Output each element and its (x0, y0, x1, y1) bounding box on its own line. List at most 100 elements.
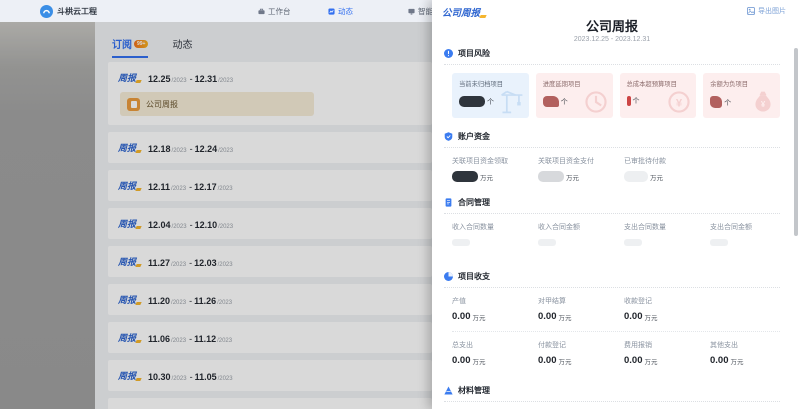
field-label: 收入合同金额 (538, 222, 624, 232)
date-sep: - (189, 258, 192, 268)
field-label: 对甲结算 (538, 296, 624, 306)
weekly-badge: 周报 (118, 331, 141, 344)
clock-icon (583, 89, 609, 115)
date-year: /2023 (218, 186, 233, 192)
card-label: 进度延期项目 (543, 79, 606, 88)
nav-item-workbench[interactable]: 工作台 (258, 0, 291, 22)
field-value: 0.00 (710, 355, 729, 366)
date-sep: - (189, 334, 192, 344)
list-item[interactable]: 周报 12.25/2023-12.31/2023 公司周报 (108, 62, 432, 125)
panel-scrollbar-thumb[interactable] (794, 48, 798, 236)
field-label: 已审批待付款 (624, 156, 710, 166)
date-start: 11.06 (148, 334, 170, 344)
field-label: 产值 (452, 296, 538, 306)
date-sep: - (190, 74, 193, 84)
shield-icon (444, 132, 453, 141)
date-end: 12.17 (194, 182, 217, 192)
brand-name: 斗栱云工程 (57, 6, 97, 17)
section-funds-header: 账户资金 (444, 131, 780, 148)
date-year: /2023 (172, 148, 187, 154)
date-start: 11.27 (148, 258, 170, 268)
date-year: /2023 (217, 300, 232, 306)
date-year: /2023 (172, 224, 187, 230)
field-label: 支出合同数量 (624, 222, 710, 232)
date-sep: - (189, 182, 192, 192)
date-year: /2023 (171, 186, 186, 192)
weekly-badge: 周报 (118, 71, 141, 84)
date-sep: - (189, 296, 192, 306)
redacted-value (624, 171, 648, 182)
list-item[interactable]: 周报 12.04/2023-12.10/2023 (108, 208, 432, 239)
budget-row2: 总支出 0.00万元 付款登记 0.00万元 费用报销 0.00万元 其他支出 … (452, 340, 780, 367)
card-unit: 个 (724, 98, 731, 108)
date-end: 11.26 (194, 296, 216, 306)
section-material-header: 材料管理 (444, 385, 780, 402)
list-item[interactable]: 周报 11.20/2023-11.26/2023 (108, 284, 432, 315)
date-year: /2023 (172, 376, 187, 382)
pyramid-icon (444, 386, 453, 395)
list-item[interactable]: 周报 10.30/2023-11.05/2023 (108, 360, 432, 391)
weekly-badge: 周报 (118, 369, 141, 382)
list-item[interactable]: 周报 10.23/2023-10.29/2023 (108, 398, 432, 409)
field: 已审批待付款 万元 (624, 156, 710, 183)
field: 关联项目资金支付 万元 (538, 156, 624, 183)
report-date-range: 2023.12.25 - 2023.12.31 (432, 36, 792, 43)
date-end: 11.05 (195, 372, 217, 382)
field-unit: 万元 (480, 172, 493, 182)
document-icon (444, 198, 453, 207)
tab-activity[interactable]: 动态 (172, 36, 192, 56)
date-year: /2023 (171, 262, 186, 268)
export-image-button[interactable]: 导出图片 (747, 6, 786, 16)
field: 对甲结算 0.00万元 (538, 296, 624, 323)
risk-cards: 当前未归档项目 个 进度延期项目 个 总成本超预算项目 个 ¥ 余额为负项目 个… (452, 73, 780, 118)
date-year: /2023 (172, 78, 187, 84)
field-label: 费用报销 (624, 340, 710, 350)
redacted-value (452, 171, 478, 182)
report-title: 公司周报 (432, 16, 792, 35)
section-budget-header: 项目收支 (444, 271, 780, 288)
list-item[interactable]: 周报 12.11/2023-12.17/2023 (108, 170, 432, 201)
budget-row1: 产值 0.00万元 对甲结算 0.00万元 收款登记 0.00万元 (452, 296, 780, 323)
date-end: 12.31 (195, 74, 218, 84)
feed-tabs: 订阅99+ 动态 (112, 36, 192, 58)
pie-chart-icon (444, 272, 453, 281)
crane-icon (499, 89, 525, 115)
section-title: 项目风险 (458, 48, 490, 59)
date-start: 12.11 (148, 182, 170, 192)
field: 付款登记 0.00万元 (538, 340, 624, 367)
field-unit: 万元 (731, 356, 744, 366)
background-app-area: 订阅99+ 动态 周报 12.25/2023-12.31/2023 公司周报 周… (0, 22, 432, 409)
section-divider (452, 331, 780, 332)
tab-subscribe[interactable]: 订阅99+ (112, 36, 148, 58)
redacted-value (452, 239, 470, 246)
weekly-badge: 周报 (118, 293, 141, 306)
field: 收入合同金额 (538, 222, 624, 249)
field-label: 关联项目资金领取 (452, 156, 538, 166)
tab-label: 订阅 (112, 40, 132, 51)
tab-badge: 99+ (134, 40, 148, 48)
date-end: 12.10 (195, 220, 218, 230)
redacted-value (710, 96, 722, 108)
activity-icon (328, 8, 335, 15)
list-item[interactable]: 周报 11.27/2023-12.03/2023 (108, 246, 432, 277)
list-item[interactable]: 周报 12.18/2023-12.24/2023 (108, 132, 432, 163)
yuan-circle-icon: ¥ (666, 89, 692, 115)
field: 支出合同数量 (624, 222, 710, 249)
brand: 斗栱云工程 (40, 0, 97, 22)
warning-circle-icon (444, 49, 453, 58)
date-year: /2023 (218, 148, 233, 154)
redacted-value (538, 239, 556, 246)
field-unit: 万元 (559, 312, 572, 322)
list-subitem-company-weekly[interactable]: 公司周报 (120, 92, 314, 116)
date-start: 11.20 (148, 296, 170, 306)
nav-item-activity[interactable]: 动态 (328, 0, 353, 22)
date-sep: - (190, 144, 193, 154)
card-label: 当前未归档项目 (459, 79, 522, 88)
field-value: 0.00 (538, 355, 557, 366)
weekly-badge: 周报 (118, 217, 141, 230)
field-value: 0.00 (624, 355, 643, 366)
list-item[interactable]: 周报 11.06/2023-11.12/2023 (108, 322, 432, 353)
date-start: 12.25 (148, 74, 171, 84)
card-label: 总成本超预算项目 (627, 79, 690, 88)
date-end: 11.12 (194, 334, 216, 344)
